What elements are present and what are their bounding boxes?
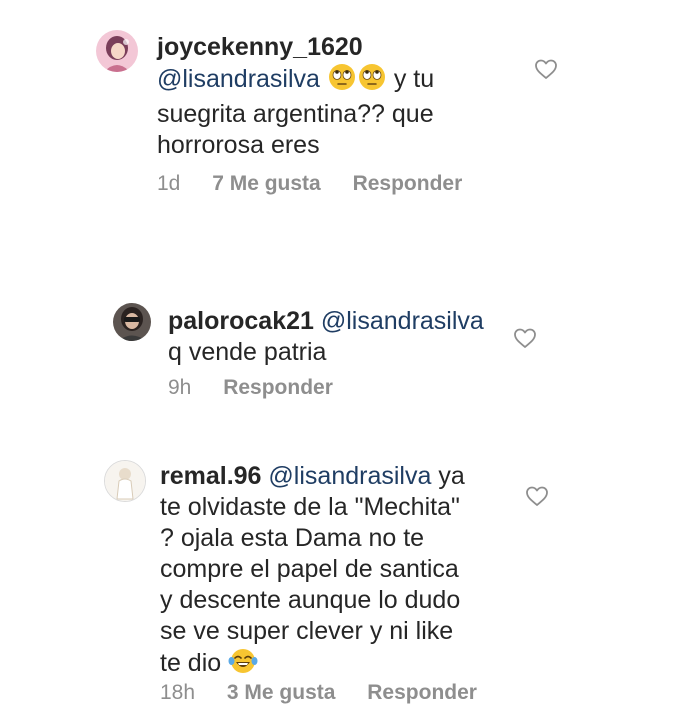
comment-text: y tu: [393, 65, 435, 93]
comment-text-line: se ve super clever y ni like: [160, 617, 454, 645]
tears-of-joy-emoji-icon: [228, 647, 258, 683]
comment-time: 9h: [168, 376, 192, 399]
reply-button[interactable]: Responder: [353, 172, 463, 195]
comment-text-line: ? ojala esta Dama no te: [160, 524, 425, 552]
comment-text-line: compre el papel de santica: [160, 555, 459, 583]
mention-link[interactable]: @lisandrasilva: [268, 462, 431, 490]
comment-text-line: suegrita argentina?? que: [157, 100, 434, 128]
mention-link[interactable]: @lisandrasilva: [157, 65, 320, 93]
comment-username[interactable]: joycekenny_1620: [157, 33, 363, 61]
heart-outline-icon[interactable]: [525, 485, 549, 507]
comment-text-line: horrorosa eres: [157, 131, 320, 159]
comment-username[interactable]: remal.96: [160, 462, 261, 490]
comment-meta: 9h Responder: [168, 376, 359, 400]
comment-text-line: q vende patria: [168, 338, 327, 366]
heart-outline-icon[interactable]: [534, 58, 558, 80]
rolling-eyes-emoji-icon: [357, 63, 387, 99]
reply-button[interactable]: Responder: [223, 376, 333, 399]
avatar-palorocak[interactable]: [113, 303, 151, 341]
comment-text-line: te olvidaste de la "Mechita": [160, 493, 460, 521]
avatar-joycekenny[interactable]: [96, 30, 138, 72]
avatar-remal[interactable]: [104, 460, 146, 502]
comment-text-line: te dio: [160, 649, 222, 677]
heart-outline-icon[interactable]: [513, 327, 537, 349]
comment-text-line: y descente aunque lo dudo: [160, 586, 461, 614]
likes-count[interactable]: 7 Me gusta: [212, 172, 321, 195]
comment-time: 1d: [157, 172, 181, 195]
rolling-eyes-emoji-icon: [327, 63, 357, 99]
comment-username[interactable]: palorocak21: [168, 307, 314, 335]
reply-button[interactable]: Responder: [367, 681, 477, 704]
comment-meta: 18h 3 Me gusta Responder: [160, 681, 503, 705]
comment-meta: 1d 7 Me gusta Responder: [157, 172, 488, 196]
comment-time: 18h: [160, 681, 196, 704]
mention-link[interactable]: @lisandrasilva: [321, 307, 484, 335]
likes-count[interactable]: 3 Me gusta: [227, 681, 336, 704]
comment-text: ya: [438, 462, 465, 490]
